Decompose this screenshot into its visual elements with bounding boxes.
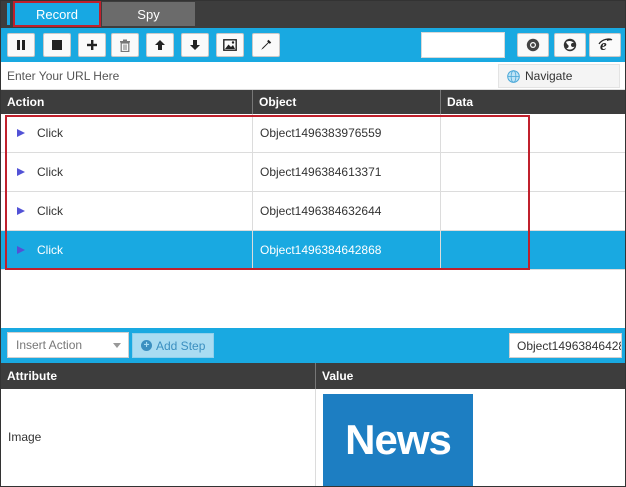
recorder-window: Record Spy e Enter Your URL Here Navigat…: [0, 0, 626, 487]
cell-data[interactable]: [441, 153, 625, 191]
browser-url-field[interactable]: [421, 32, 505, 58]
column-header-value: Value: [322, 369, 354, 383]
move-up-button[interactable]: [146, 33, 174, 57]
insert-action-placeholder: Insert Action: [16, 338, 83, 352]
table-row[interactable]: Click Object1496384613371: [1, 153, 625, 192]
tab-spy[interactable]: Spy: [102, 2, 195, 26]
globe-icon: [507, 69, 520, 83]
column-header-attribute: Attribute: [1, 363, 316, 389]
add-step-button[interactable]: + Add Step: [132, 333, 214, 358]
delete-button[interactable]: [111, 33, 139, 57]
stop-button[interactable]: [43, 33, 71, 57]
news-image-text: News: [345, 416, 452, 463]
cell-object[interactable]: Object1496383976559: [253, 114, 441, 152]
spy-picker-button[interactable]: [252, 33, 280, 57]
stop-icon: [52, 40, 62, 50]
table-row-selected[interactable]: Click Object1496384642868: [1, 231, 625, 270]
toolbar: e: [1, 28, 625, 62]
tab-bar: Record Spy: [1, 1, 625, 28]
column-header-action: Action: [1, 90, 253, 114]
cell-object[interactable]: Object1496384613371: [253, 153, 441, 191]
arrow-up-icon: [155, 40, 165, 50]
firefox-icon: [563, 38, 577, 52]
cell-action[interactable]: Click: [1, 114, 253, 152]
add-step-label: Add Step: [156, 338, 206, 353]
cell-object[interactable]: Object1496384642868: [253, 231, 441, 269]
ie-button[interactable]: e: [589, 33, 621, 57]
cell-object[interactable]: Object1496384632644: [253, 192, 441, 230]
table-row[interactable]: Click Object1496383976559: [1, 114, 625, 153]
plus-icon: [87, 40, 97, 50]
cell-action[interactable]: Click: [1, 192, 253, 230]
screenshot-button[interactable]: [216, 33, 244, 57]
column-header-data: Data: [447, 95, 474, 109]
add-button[interactable]: [78, 33, 106, 57]
cell-data[interactable]: [441, 231, 625, 269]
steps-table-header: Action Object Data: [1, 90, 625, 114]
url-row: Navigate: [1, 62, 625, 90]
tab-record[interactable]: Record: [13, 1, 101, 27]
cell-data[interactable]: [441, 192, 625, 230]
plus-circle-icon: +: [141, 340, 152, 351]
pause-icon: [17, 40, 25, 50]
chevron-down-icon: [113, 343, 121, 348]
chrome-icon: [526, 38, 540, 52]
insert-action-bar: Insert Action + Add Step: [1, 328, 625, 363]
cell-action[interactable]: Click: [1, 231, 253, 269]
table-row[interactable]: Click Object1496384632644: [1, 192, 625, 231]
column-header-object: Object: [253, 90, 441, 114]
firefox-button[interactable]: [554, 33, 586, 57]
object-name-field[interactable]: [509, 333, 622, 358]
url-input[interactable]: [7, 66, 487, 86]
insert-action-select[interactable]: Insert Action: [7, 332, 129, 358]
tab-edge: [7, 3, 10, 25]
attribute-table-header: Attribute Value: [1, 363, 625, 389]
image-icon: [223, 39, 237, 51]
navigate-label: Navigate: [525, 69, 573, 83]
ie-icon: e: [597, 38, 612, 52]
cell-action[interactable]: Click: [1, 153, 253, 191]
cell-data[interactable]: [441, 114, 625, 152]
pause-button[interactable]: [7, 33, 35, 57]
arrow-down-icon: [190, 40, 200, 50]
steps-table-body: Click Object1496383976559 Click Object14…: [1, 114, 625, 328]
attribute-row: Image News: [1, 389, 625, 486]
attribute-name: Image: [1, 389, 316, 486]
navigate-button[interactable]: Navigate: [498, 64, 620, 88]
eyedropper-icon: [261, 39, 272, 50]
trash-icon: [120, 39, 130, 52]
chrome-button[interactable]: [517, 33, 549, 57]
move-down-button[interactable]: [181, 33, 209, 57]
captured-element-image: News: [323, 394, 473, 486]
